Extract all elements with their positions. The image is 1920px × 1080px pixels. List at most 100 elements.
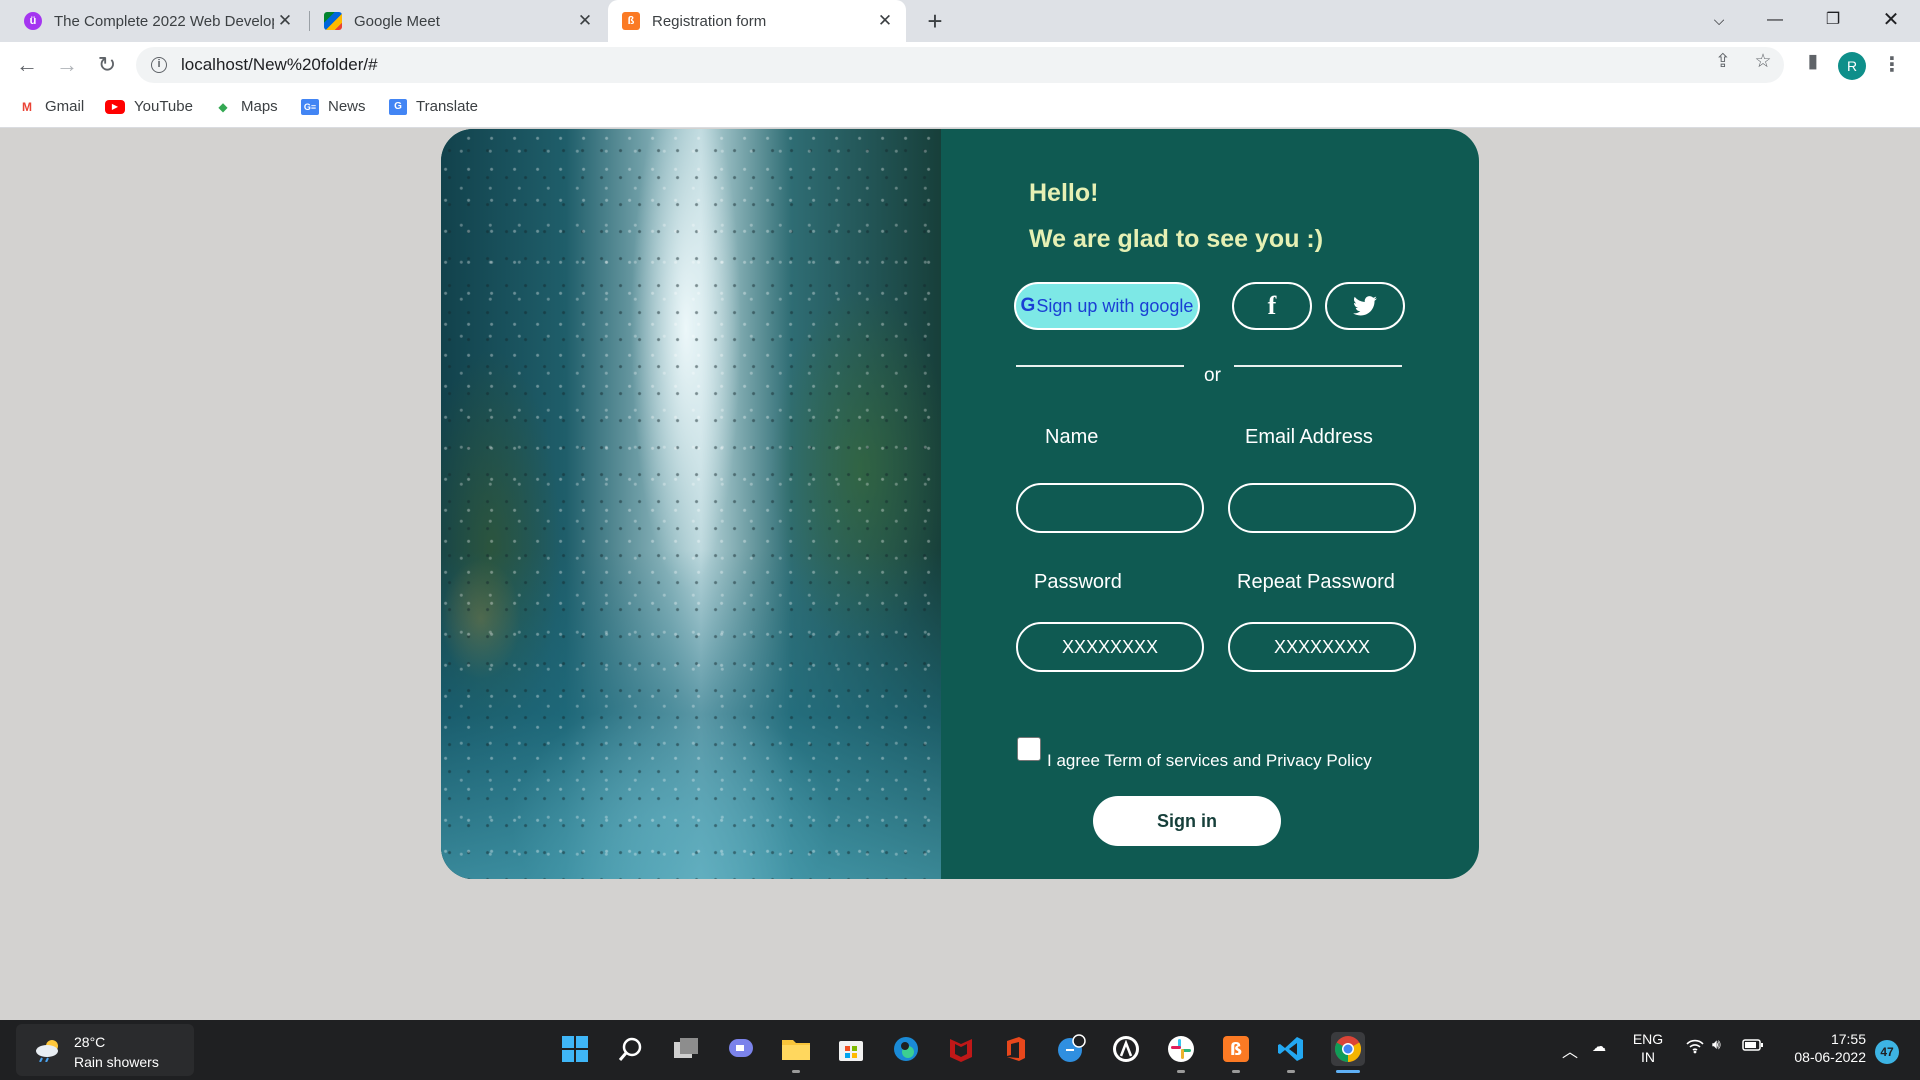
tab-separator (309, 11, 310, 31)
password-label: Password (1034, 571, 1122, 593)
registration-card: Hello! We are glad to see you :) G Sign … (441, 129, 1479, 879)
tab-strip: ü The Complete 2022 Web Develop ✕ Google… (0, 0, 1920, 42)
bookmark-star-icon[interactable]: ☆ (1748, 50, 1778, 73)
side-panel-icon[interactable]: ▮ (1798, 50, 1828, 73)
search-icon[interactable] (616, 1034, 646, 1064)
back-icon[interactable]: ← (12, 50, 42, 80)
close-tab-icon[interactable]: ✕ (574, 11, 596, 31)
repeat-password-input[interactable] (1228, 622, 1416, 672)
feedback-icon[interactable] (1056, 1034, 1086, 1064)
notification-badge[interactable]: 47 (1875, 1040, 1899, 1064)
address-bar[interactable]: i localhost/New%20folder/# (136, 47, 1784, 83)
start-icon[interactable] (560, 1034, 590, 1064)
chrome-icon[interactable] (1331, 1032, 1365, 1066)
bookmark-translate[interactable]: G Translate (389, 98, 478, 115)
email-label: Email Address (1245, 426, 1373, 448)
office-icon[interactable] (1001, 1034, 1031, 1064)
or-separator: or (1204, 365, 1221, 386)
edge-icon[interactable] (891, 1034, 921, 1064)
bookmark-label: Translate (416, 98, 478, 115)
google-g-icon: G (1020, 295, 1036, 316)
tab-search-icon[interactable]: ⌵ (1696, 4, 1742, 36)
xampp-icon[interactable]: ß (1221, 1034, 1251, 1064)
agree-checkbox[interactable] (1017, 737, 1041, 761)
close-window-button[interactable]: ✕ (1868, 4, 1914, 36)
running-indicator (1177, 1070, 1185, 1073)
bookmark-maps[interactable]: ◆ Maps (214, 98, 278, 115)
active-app-indicator (1336, 1070, 1360, 1073)
share-icon[interactable]: ⇪ (1708, 50, 1738, 73)
image-raindrops (441, 129, 941, 879)
facebook-icon: f (1267, 291, 1277, 320)
wifi-icon[interactable] (1686, 1038, 1704, 1057)
sign-in-button[interactable]: Sign in (1093, 796, 1281, 846)
bookmark-youtube[interactable]: ▶ YouTube (105, 98, 193, 115)
svg-text:ß: ß (1230, 1040, 1242, 1060)
name-input[interactable] (1016, 483, 1204, 533)
email-input[interactable] (1228, 483, 1416, 533)
greeting-hello: Hello! (1029, 179, 1099, 207)
twitter-button[interactable] (1325, 282, 1405, 330)
bookmark-news[interactable]: G≡ News (301, 98, 366, 115)
teams-chat-icon[interactable] (726, 1034, 756, 1064)
bookmark-label: YouTube (134, 98, 193, 115)
news-icon: G≡ (301, 98, 319, 115)
close-tab-icon[interactable]: ✕ (274, 11, 296, 31)
taskbar: 28°C Rain showers ß ︿ ☁ ENG IN 🔊︎ 17:55 … (0, 1020, 1920, 1080)
clock-date: 08-06-2022 (1794, 1049, 1866, 1065)
clock[interactable]: 17:55 08-06-2022 (1780, 1031, 1866, 1065)
facebook-button[interactable]: f (1232, 282, 1312, 330)
weather-widget[interactable]: 28°C Rain showers (16, 1024, 194, 1076)
lens-icon[interactable] (1111, 1034, 1141, 1064)
volume-icon[interactable]: 🔊︎ (1712, 1036, 1721, 1053)
bookmark-gmail[interactable]: M Gmail (18, 98, 84, 115)
language-code: ENG (1632, 1031, 1664, 1047)
bookmark-label: Gmail (45, 98, 85, 115)
microsoft-store-icon[interactable] (836, 1034, 866, 1064)
running-indicator (792, 1070, 800, 1073)
onedrive-icon[interactable]: ☁ (1592, 1038, 1606, 1055)
repeat-password-label: Repeat Password (1237, 571, 1395, 593)
bookmarks-bar: M Gmail ▶ YouTube ◆ Maps G≡ News G Trans… (0, 88, 1920, 128)
tab-udemy[interactable]: ü The Complete 2022 Web Develop ✕ (14, 0, 306, 42)
url-text[interactable]: localhost/New%20folder/# (181, 55, 378, 75)
tab-title: The Complete 2022 Web Develop (54, 12, 274, 30)
vscode-icon[interactable] (1276, 1034, 1306, 1064)
mcafee-icon[interactable] (946, 1034, 976, 1064)
show-hidden-icons[interactable]: ︿ (1562, 1038, 1578, 1062)
maps-icon: ◆ (218, 99, 228, 114)
language-indicator[interactable]: ENG IN (1630, 1031, 1666, 1065)
bookmark-label: Maps (241, 98, 278, 115)
rain-cloud-icon (36, 1040, 58, 1062)
weather-description: Rain showers (74, 1054, 159, 1070)
youtube-icon: ▶ (105, 99, 125, 114)
battery-icon[interactable] (1742, 1038, 1764, 1055)
slack-icon[interactable] (1166, 1034, 1196, 1064)
forward-icon[interactable]: → (52, 50, 82, 80)
tab-registration-form[interactable]: ß Registration form ✕ (608, 0, 906, 42)
file-explorer-icon[interactable] (781, 1034, 811, 1064)
tab-google-meet[interactable]: Google Meet ✕ (314, 0, 606, 42)
registration-form: Hello! We are glad to see you :) G Sign … (941, 129, 1479, 879)
profile-avatar[interactable]: R (1838, 52, 1866, 80)
close-tab-icon[interactable]: ✕ (874, 11, 896, 31)
agree-text: I agree Term of services and Privacy Pol… (1047, 751, 1372, 770)
menu-icon[interactable]: ⋮ (1880, 52, 1904, 77)
region-code: IN (1641, 1049, 1655, 1065)
divider-right (1234, 365, 1402, 367)
running-indicator (1232, 1070, 1240, 1073)
new-tab-button[interactable]: + (920, 6, 950, 36)
restore-button[interactable]: ❐ (1810, 4, 1856, 36)
translate-icon: G (389, 98, 407, 115)
task-view-icon[interactable] (671, 1034, 701, 1064)
minimize-button[interactable]: — (1752, 4, 1798, 36)
tab-title: Google Meet (354, 12, 440, 30)
twitter-icon (1353, 296, 1377, 316)
greeting-subtitle: We are glad to see you :) (1029, 225, 1324, 253)
password-input[interactable] (1016, 622, 1204, 672)
reload-icon[interactable]: ↻ (92, 50, 122, 80)
running-indicator (1287, 1070, 1295, 1073)
site-info-icon[interactable]: i (151, 57, 167, 73)
google-signup-button[interactable]: G Sign up with google (1014, 282, 1200, 330)
gmail-icon: M (22, 99, 32, 114)
